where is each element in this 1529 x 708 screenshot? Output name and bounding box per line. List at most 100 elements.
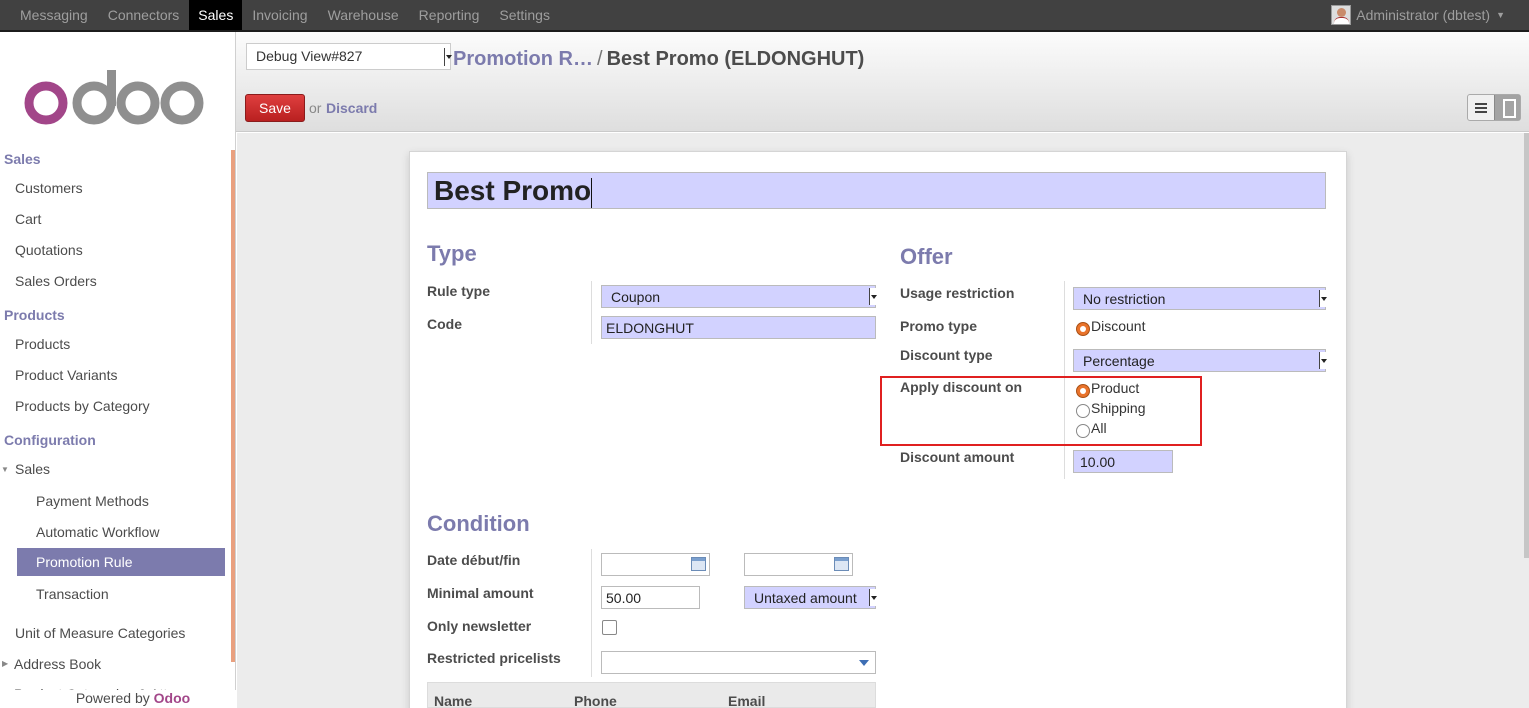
dropdown-arrow-icon[interactable] (859, 660, 869, 666)
usage-restriction-value: No restriction (1083, 291, 1166, 307)
discount-amount-value: 10.00 (1080, 454, 1116, 470)
powered-by-prefix: Powered by (75, 690, 150, 706)
calendar-icon[interactable] (691, 557, 706, 571)
radio-selected-icon (1076, 384, 1090, 398)
sidebar-item-products-by-category[interactable]: Products by Category (15, 398, 150, 414)
discount-type-select[interactable]: Percentage (1073, 349, 1327, 372)
sidebar-item-transaction[interactable]: Transaction (36, 586, 109, 602)
sidebar-group-sales[interactable]: Sales (15, 461, 50, 477)
select-arrow-icon (1319, 290, 1327, 307)
rule-type-value: Coupon (611, 289, 661, 305)
breadcrumb-separator: / (597, 48, 603, 70)
radio-selected-icon (1076, 322, 1090, 336)
code-input[interactable]: ELDONGHUT (601, 316, 876, 339)
menu-reporting[interactable]: Reporting (409, 0, 490, 30)
column-phone[interactable]: Phone (574, 693, 617, 708)
rule-type-select[interactable]: Coupon (601, 285, 877, 308)
column-email[interactable]: Email (728, 693, 765, 708)
date-end-input[interactable] (744, 553, 853, 576)
menu-settings[interactable]: Settings (489, 0, 560, 30)
code-value: ELDONGHUT (606, 320, 694, 336)
powered-by-brand[interactable]: Odoo (154, 690, 191, 706)
code-label: Code (427, 316, 462, 332)
sidebar-item-customers[interactable]: Customers (15, 180, 83, 196)
menu-sales[interactable]: Sales (189, 0, 243, 30)
restricted-pricelists-input[interactable] (601, 651, 876, 674)
control-panel: Debug View#827 Promotion R… / Best Promo (… (236, 32, 1529, 132)
sidebar-item-promotion-rule[interactable]: Promotion Rule (17, 548, 225, 576)
save-button[interactable]: Save (245, 94, 305, 122)
radio-icon (1076, 424, 1090, 438)
minimal-amount-value: 50.00 (606, 590, 642, 606)
tax-mode-select[interactable]: Untaxed amount (744, 586, 877, 609)
discount-type-value: Percentage (1083, 353, 1155, 369)
sidebar-item-products[interactable]: Products (15, 336, 70, 352)
only-newsletter-label: Only newsletter (427, 618, 532, 634)
app-menu: Messaging Connectors Sales Invoicing War… (10, 0, 560, 30)
discount-amount-label: Discount amount (900, 449, 1015, 465)
usage-restriction-select[interactable]: No restriction (1073, 287, 1327, 310)
sidebar-item-payment-methods[interactable]: Payment Methods (36, 493, 149, 509)
chevron-down-icon: ▼ (1496, 10, 1505, 20)
menu-connectors[interactable]: Connectors (98, 0, 190, 30)
promo-type-discount-label: Discount (1091, 318, 1146, 334)
menu-invoicing[interactable]: Invoicing (242, 0, 317, 30)
sidebar-item-automatic-workflow[interactable]: Automatic Workflow (36, 524, 159, 540)
discard-button[interactable]: Discard (326, 100, 377, 116)
sidebar-item-cart[interactable]: Cart (15, 211, 41, 227)
sidebar-item-product-variants[interactable]: Product Variants (15, 367, 117, 383)
group-title-condition: Condition (427, 511, 530, 536)
caret-right-icon[interactable]: ▶ (2, 659, 8, 668)
only-newsletter-checkbox[interactable] (602, 620, 617, 635)
breadcrumb-parent[interactable]: Promotion R… (453, 48, 593, 70)
rule-name-value: Best Promo (434, 175, 592, 206)
or-text: or (309, 100, 322, 116)
apply-shipping-radio[interactable]: Shipping (1076, 400, 1146, 418)
date-range-label: Date début/fin (427, 552, 521, 568)
apply-product-radio[interactable]: Product (1076, 380, 1139, 398)
radio-icon (1076, 404, 1090, 418)
debug-view-select[interactable]: Debug View#827 (246, 43, 452, 70)
select-arrow-icon (869, 589, 877, 606)
sidebar-item-uom-categories[interactable]: Unit of Measure Categories (15, 625, 185, 641)
rule-name-input[interactable]: Best Promo (427, 172, 1326, 209)
avatar (1331, 5, 1352, 25)
promo-type-discount-radio[interactable]: Discount (1076, 318, 1146, 336)
top-bar: Messaging Connectors Sales Invoicing War… (0, 0, 1529, 32)
odoo-logo[interactable] (22, 68, 207, 128)
form-sheet (409, 151, 1347, 708)
sidebar-item-sales-orders[interactable]: Sales Orders (15, 273, 97, 289)
apply-discount-label: Apply discount on (900, 379, 1023, 395)
select-arrow-icon (869, 288, 877, 305)
apply-all-radio[interactable]: All (1076, 420, 1107, 438)
form-view-icon[interactable] (1493, 95, 1520, 120)
text-cursor (591, 177, 593, 208)
discount-type-label: Discount type (900, 347, 993, 363)
date-start-input[interactable] (601, 553, 710, 576)
column-name[interactable]: Name (434, 693, 472, 708)
sidebar-section-configuration: Configuration (4, 432, 96, 448)
scrollbar[interactable] (1524, 133, 1529, 558)
menu-messaging[interactable]: Messaging (10, 0, 98, 30)
caret-down-icon[interactable]: ▼ (1, 465, 9, 474)
rule-type-label: Rule type (427, 283, 491, 299)
list-view-icon[interactable] (1468, 95, 1494, 120)
sidebar-section-products: Products (4, 307, 65, 323)
user-menu[interactable]: Administrator (dbtest) ▼ (1331, 0, 1505, 30)
select-arrow-icon (444, 48, 452, 66)
menu-warehouse[interactable]: Warehouse (318, 0, 409, 30)
minimal-amount-input[interactable]: 50.00 (601, 586, 700, 609)
apply-shipping-label: Shipping (1091, 400, 1146, 416)
debug-view-value: Debug View#827 (256, 48, 363, 64)
view-switcher (1467, 94, 1521, 121)
discount-amount-input[interactable]: 10.00 (1073, 450, 1173, 473)
promo-type-label: Promo type (900, 318, 978, 334)
pricelist-table-header (427, 682, 876, 708)
restricted-pricelists-label: Restricted pricelists (427, 650, 561, 666)
divider (591, 281, 592, 344)
sidebar-item-address-book[interactable]: Address Book (14, 656, 101, 672)
calendar-icon[interactable] (834, 557, 849, 571)
sidebar-section-sales: Sales (4, 151, 41, 167)
sidebar-item-quotations[interactable]: Quotations (15, 242, 83, 258)
sidebar-scroll-indicator (231, 150, 235, 662)
